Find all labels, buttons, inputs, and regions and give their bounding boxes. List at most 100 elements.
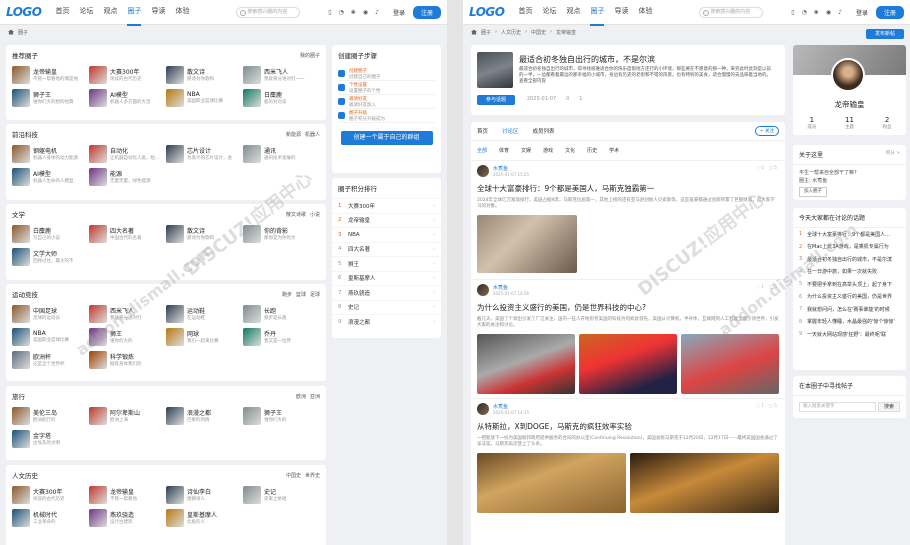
post-item[interactable]: 水煮鱼 2025-01-07 14:56 ◌ 1 ▢ 5 为什么投资主义盛行的美国… <box>471 279 785 398</box>
post-image[interactable] <box>579 334 677 394</box>
group-item[interactable]: 美伦三岛 欧洲航行的 <box>12 406 89 425</box>
group-avatar[interactable] <box>89 144 107 163</box>
nav-item[interactable]: 观点 <box>566 0 580 26</box>
category-tag[interactable]: 欧洲 <box>296 393 306 400</box>
group-avatar[interactable] <box>12 350 30 369</box>
hot-topic-item[interactable]: 2 在Mac上玩3A游戏，是乘机专属行为 <box>793 241 906 254</box>
tab[interactable]: 讨论区 <box>502 127 519 135</box>
nav-item[interactable]: 体验 <box>175 0 189 26</box>
rank-item[interactable]: 2 龙帝输皇 › <box>332 212 441 228</box>
group-avatar[interactable] <box>89 88 107 107</box>
group-item[interactable]: 皇斯基摩人 北极的人 <box>166 508 243 527</box>
group-item[interactable]: 诗仙李白 唐朝诗人 <box>166 485 243 504</box>
group-avatar[interactable] <box>166 508 184 527</box>
my-groups-link[interactable]: 我的圈子 <box>300 52 320 59</box>
weibo-icon[interactable]: ◉ <box>363 9 368 16</box>
group-avatar[interactable] <box>166 144 184 163</box>
nav-item[interactable]: 圈子 <box>127 0 142 26</box>
category-tag[interactable]: 足球 <box>310 291 320 298</box>
group-avatar[interactable] <box>12 508 30 527</box>
breadcrumb-item[interactable]: 圈子 <box>481 29 491 36</box>
nav-item[interactable]: 论坛 <box>542 0 556 26</box>
post-author[interactable]: 水煮鱼 <box>493 165 529 172</box>
chat-icon[interactable]: ◔ <box>339 9 344 16</box>
group-item[interactable]: 科学锻炼 锻炼身体我们的 <box>89 350 166 369</box>
breadcrumb-item[interactable]: 圈子 <box>18 29 28 36</box>
nav-item[interactable]: 首页 <box>55 0 69 26</box>
group-item[interactable]: 四大名著 中国古代的名著 <box>89 224 166 243</box>
category-tag[interactable]: 小说 <box>310 211 320 218</box>
avatar[interactable] <box>477 165 489 177</box>
avatar[interactable] <box>831 58 865 92</box>
group-item[interactable]: 西米飞人 我就将分进对打一一 <box>243 65 320 84</box>
wechat-icon[interactable]: ❀ <box>814 9 819 16</box>
group-avatar[interactable] <box>12 304 30 323</box>
group-avatar[interactable] <box>12 167 30 186</box>
create-group-button[interactable]: 创建一个属于自己的群组 <box>340 131 433 145</box>
group-item[interactable]: 乔丹 我又是一位传 <box>243 327 320 346</box>
category-tab[interactable]: 历史 <box>587 147 597 154</box>
login-link[interactable]: 登录 <box>393 8 405 17</box>
group-avatar[interactable] <box>243 224 261 243</box>
phone-icon[interactable]: ▯ <box>328 9 331 16</box>
post-author[interactable]: 水煮鱼 <box>493 284 529 291</box>
group-avatar[interactable] <box>12 485 30 504</box>
nav-item[interactable]: 圈子 <box>590 0 605 26</box>
category-tab[interactable]: 全部 <box>477 147 487 154</box>
category-tag[interactable]: 世界史 <box>305 472 320 479</box>
category-tab[interactable]: 学术 <box>609 147 619 154</box>
follow-button[interactable]: + 关注 <box>754 126 779 136</box>
post-image[interactable] <box>477 215 577 273</box>
nav-item[interactable]: 体验 <box>638 0 652 26</box>
join-topic-button[interactable]: 参与话题 <box>477 95 515 105</box>
tiktok-icon[interactable]: ♪ <box>375 9 379 16</box>
nav-item[interactable]: 导读 <box>614 0 628 26</box>
category-tag[interactable]: 跑步 <box>282 291 292 298</box>
group-avatar[interactable] <box>12 144 30 163</box>
group-item[interactable]: 欧洲杯 这是全个世界杯 <box>12 350 89 369</box>
group-item[interactable]: 金字塔 古埃及的文明 <box>12 429 89 448</box>
post-title[interactable]: 全球十大富豪排行：9个都是美国人，马斯克独霸第一 <box>477 183 779 194</box>
group-item[interactable]: NBA 美国职业篮球比赛 <box>166 88 243 107</box>
avatar[interactable] <box>477 284 489 296</box>
about-more[interactable]: 积分 > <box>886 150 900 159</box>
group-item[interactable]: 史记 史家之绝唱 <box>243 485 320 504</box>
group-item[interactable]: 大赛300年 闲谈的古代历史 <box>89 65 166 84</box>
group-item[interactable]: AI模型 机器人生命的人模型 <box>12 167 89 186</box>
group-avatar[interactable] <box>89 167 107 186</box>
post-image[interactable] <box>477 334 575 394</box>
group-item[interactable]: 浪漫之都 巴黎的风情 <box>166 406 243 425</box>
group-avatar[interactable] <box>89 406 107 425</box>
hot-topic-item[interactable]: 1 全球十大富豪排行：9个都是美国人... <box>793 228 906 241</box>
category-tab[interactable]: 文化 <box>565 147 575 154</box>
post-author[interactable]: 水煮鱼 <box>493 403 529 410</box>
group-item[interactable]: 机械时代 工业革命的 <box>12 508 89 527</box>
post-title[interactable]: 为什么投资主义盛行的美国，仍是世界科技的中心? <box>477 302 779 313</box>
search-input[interactable]: 搜索感兴趣的内容 <box>699 6 764 18</box>
group-item[interactable]: 西米飞人 我就将分进对打 <box>89 304 166 323</box>
breadcrumb-item[interactable]: 人文历史 <box>501 29 521 36</box>
group-item[interactable]: 狮王 谁你的大的 <box>89 327 166 346</box>
group-item[interactable]: NBA 美国职业篮球比赛 <box>12 327 89 346</box>
rank-item[interactable]: 5 狮王 › <box>332 256 441 271</box>
group-avatar[interactable] <box>243 304 261 323</box>
post-image[interactable] <box>630 453 779 513</box>
hot-topic-item[interactable]: 7 我就想问问，怎么在'赛事谁能'的时候 <box>793 303 906 316</box>
post-image[interactable] <box>477 453 626 513</box>
rank-item[interactable]: 4 四大名著 › <box>332 241 441 257</box>
group-avatar[interactable] <box>12 406 30 425</box>
group-item[interactable]: 运动鞋 在运动鞋 <box>166 304 243 323</box>
group-avatar[interactable] <box>12 429 30 448</box>
group-search-button[interactable]: 搜索 <box>878 402 900 412</box>
nav-item[interactable]: 论坛 <box>79 0 93 26</box>
group-item[interactable]: 网球 我们一起来比赛 <box>166 327 243 346</box>
group-avatar[interactable] <box>89 485 107 504</box>
logo[interactable]: LOGO <box>469 5 505 19</box>
hot-topic-item[interactable]: 9 一天就大网站现感'狂野'：最终呢'联 <box>793 328 906 341</box>
chat-icon[interactable]: ◔ <box>802 9 807 16</box>
wechat-icon[interactable]: ❀ <box>351 9 356 16</box>
group-item[interactable]: 阿尔卑斯山 欧洲上海 <box>89 406 166 425</box>
hot-topic-item[interactable]: 8 掌握年轻人懂睡，水晶最强的'惊个惊惊' <box>793 316 906 329</box>
hot-topic-item[interactable]: 5 不要把手拿到在高举头顶上，起了身下 <box>793 278 906 291</box>
group-avatar[interactable] <box>166 485 184 504</box>
